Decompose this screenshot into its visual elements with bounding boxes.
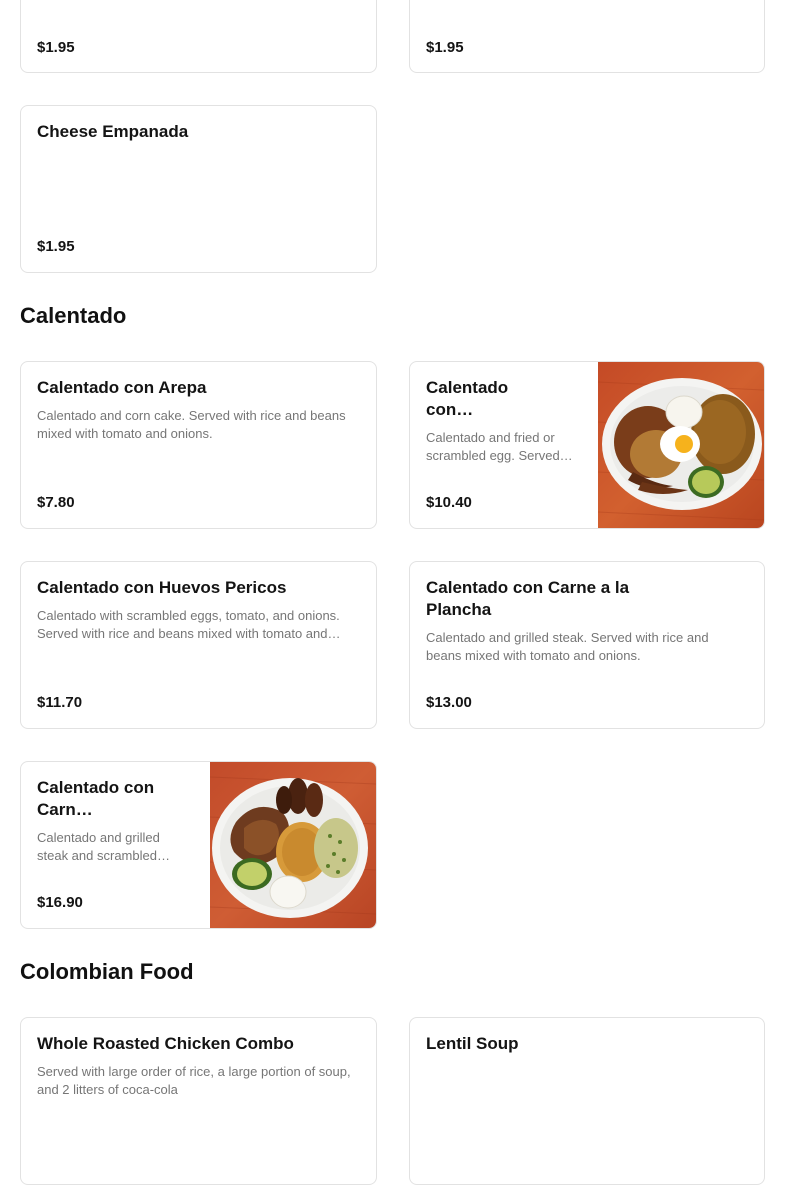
menu-item-card-calentado-con-huevo[interactable]: Calentado con… Calentado and fried or sc…: [409, 361, 765, 529]
item-price: $1.95: [37, 238, 75, 255]
menu-item-card-calentado-con-carne-a-la-plancha[interactable]: Calentado con Carne a la Plancha Calenta…: [409, 561, 765, 729]
menu-item-card-calentado-con-carne-y-huevos[interactable]: Calentado con Carn… Calentado and grille…: [20, 761, 377, 929]
item-price: $7.80: [37, 494, 75, 511]
menu-item-card-lentil-soup[interactable]: Lentil Soup: [409, 1017, 765, 1185]
item-title: Lentil Soup: [426, 1034, 519, 1053]
plate-rice-beans-egg-avocado-image: [598, 362, 764, 528]
menu-item-card[interactable]: $1.95: [409, 0, 765, 73]
item-description: Calentado and grilled steak. Served with…: [426, 630, 709, 663]
item-title: Calentado con Carne a la Plancha: [426, 578, 630, 619]
menu-item-card[interactable]: $1.95: [20, 0, 377, 73]
item-title: Calentado con…: [426, 378, 509, 419]
item-title: Cheese Empanada: [37, 122, 189, 141]
item-title: Whole Roasted Chicken Combo: [37, 1034, 294, 1053]
menu-item-card-cheese-empanada[interactable]: Cheese Empanada $1.95: [20, 105, 377, 273]
item-price: $1.95: [37, 39, 75, 56]
plate-steak-rice-plantain-image: [210, 762, 376, 928]
menu-item-card-whole-roasted-chicken-combo[interactable]: Whole Roasted Chicken Combo Served with …: [20, 1017, 377, 1185]
menu-item-card-calentado-con-arepa[interactable]: Calentado con Arepa Calentado and corn c…: [20, 361, 377, 529]
item-price: $16.90: [37, 894, 83, 911]
section-title-calentado: Calentado: [20, 303, 127, 328]
item-description: Calentado and grilled steak and scramble…: [37, 830, 170, 863]
item-title: Calentado con Carn…: [37, 778, 155, 819]
item-title: Calentado con Arepa: [37, 378, 207, 397]
item-title: Calentado con Huevos Pericos: [37, 578, 287, 597]
item-price: $10.40: [426, 494, 472, 511]
menu-item-card-calentado-con-huevos-pericos[interactable]: Calentado con Huevos Pericos Calentado w…: [20, 561, 377, 729]
item-description: Calentado and corn cake. Served with ric…: [37, 408, 346, 441]
item-price: $11.70: [37, 694, 83, 711]
item-description: Calentado and fried or scrambled egg. Se…: [426, 430, 573, 463]
item-description: Calentado with scrambled eggs, tomato, a…: [37, 608, 341, 641]
section-title-colombian-food: Colombian Food: [20, 959, 194, 984]
item-description: Served with large order of rice, a large…: [37, 1064, 351, 1097]
item-price: $1.95: [426, 39, 464, 56]
item-price: $13.00: [426, 694, 472, 711]
